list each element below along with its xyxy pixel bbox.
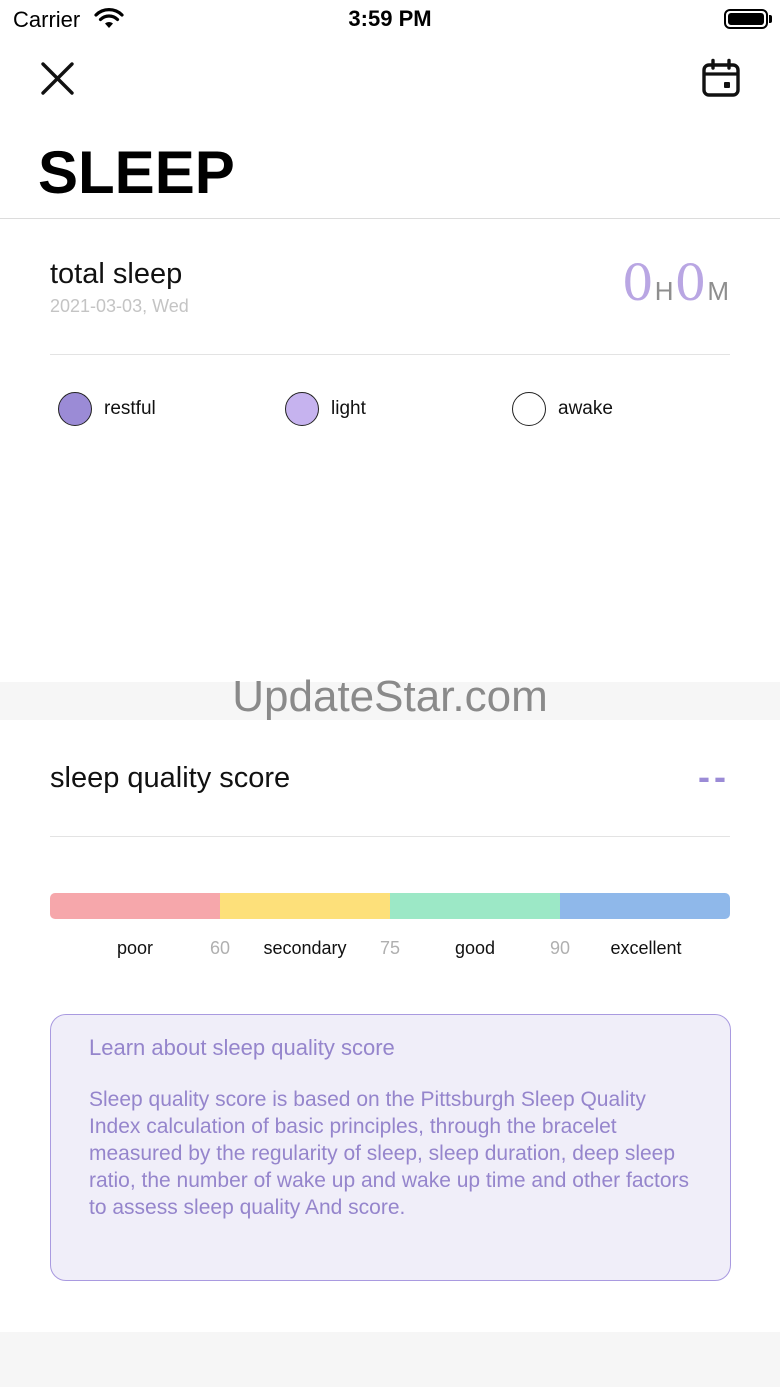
calendar-button[interactable] [700,58,742,100]
duration-minutes-unit: M [707,276,729,306]
sleep-quality-value: -- [698,756,730,797]
battery-tip [769,15,772,23]
scale-label-secondary: secondary [263,938,347,958]
bottom-band [0,1332,780,1387]
info-body: Sleep quality score is based on the Pitt… [89,1088,690,1219]
quality-scale-bar [50,893,730,919]
scale-segment-secondary [220,893,390,919]
watermark: UpdateStar.com [232,672,548,721]
scale-label-poor: poor [116,938,154,958]
battery-icon [724,9,768,29]
legend-label-restful: restful [104,398,156,419]
scale-segment-poor [50,893,220,919]
close-button[interactable] [38,58,80,100]
scale-threshold-90: 90 [549,938,571,958]
info-title: Learn about sleep quality score [89,1035,395,1060]
legend-item-light: light [285,392,366,426]
total-sleep-date: 2021-03-03, Wed [50,296,189,316]
scale-threshold-75: 75 [379,938,401,958]
section-divider [50,836,730,837]
scale-segment-excellent [560,893,730,919]
legend-item-awake: awake [512,392,613,426]
light-color-dot [285,392,319,426]
restful-color-dot [58,392,92,426]
calendar-icon [702,58,740,97]
sleep-duration: 0 H 0 M [622,258,730,314]
scale-label-excellent: excellent [610,938,682,958]
info-card: Learn about sleep quality score Sleep qu… [50,1014,731,1281]
duration-hours: 0 [621,254,654,312]
status-bar: Carrier 3:59 PM [0,0,780,40]
scale-label-good: good [454,938,496,958]
scale-threshold-60: 60 [209,938,231,958]
awake-color-dot [512,392,546,426]
legend-item-restful: restful [58,392,156,426]
duration-hours-unit: H [654,276,674,306]
total-sleep-label: total sleep [50,258,183,290]
quality-scale-labels: poor 60 secondary 75 good 90 excellent [50,938,730,966]
clock: 3:59 PM [348,6,432,31]
close-icon [41,62,74,95]
legend-label-light: light [331,398,366,419]
duration-minutes: 0 [674,254,707,312]
section-divider [50,354,730,355]
legend-label-awake: awake [558,398,613,419]
scale-segment-good [390,893,560,919]
title-divider [0,218,780,219]
page-title: SLEEP [38,139,235,206]
sleep-quality-label: sleep quality score [50,762,291,794]
